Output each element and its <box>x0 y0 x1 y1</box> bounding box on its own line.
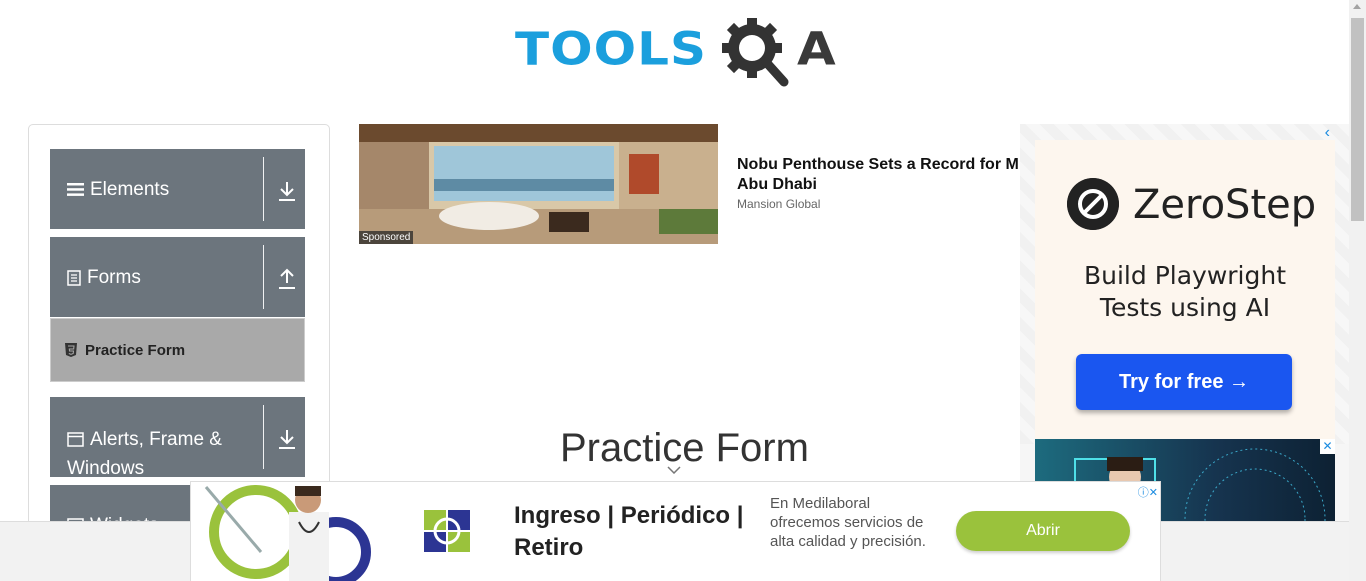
right-ad[interactable]: ‹ ZeroStep Build Playwright Tests using … <box>1020 124 1350 524</box>
sidebar-group-elements[interactable]: Elements <box>50 149 305 229</box>
try-for-free-button[interactable]: Try for free → <box>1076 354 1292 410</box>
zerostep-copy: Build Playwright Tests using AI <box>1035 260 1335 324</box>
divider <box>263 157 264 221</box>
list-icon <box>67 183 84 197</box>
scroll-up-arrow-icon[interactable] <box>1353 4 1361 9</box>
zerostep-ad-card[interactable]: ZeroStep Build Playwright Tests using AI… <box>1035 140 1335 440</box>
sidebar-group-label: Elements <box>90 179 170 200</box>
sidebar-group-alerts[interactable]: Alerts, Frame & Windows <box>50 397 305 479</box>
divider <box>263 245 264 309</box>
close-icon[interactable]: ✕ <box>1320 439 1335 454</box>
sidebar-group-forms[interactable]: Forms <box>50 237 305 317</box>
page-scrollbar[interactable] <box>1349 0 1366 581</box>
ad-headline[interactable]: Nobu Penthouse Sets a Record for M Abu D… <box>737 155 1037 195</box>
toolsqa-logo[interactable]: TOOLS A <box>515 14 840 92</box>
window-icon <box>67 432 84 448</box>
banner-title: Ingreso | Periódico | Retiro <box>514 502 744 561</box>
penthouse-photo[interactable]: Sponsored <box>359 124 718 244</box>
sidebar-item-practice-form[interactable]: Practice Form <box>50 318 305 382</box>
medilaboral-logo-icon <box>424 510 470 552</box>
ad-source[interactable]: Mansion Global <box>737 197 820 211</box>
sponsored-badge: Sponsored <box>359 231 414 244</box>
sidebar-item-label: Practice Form <box>85 342 186 359</box>
download-icon[interactable] <box>277 427 297 451</box>
divider <box>263 405 264 469</box>
form-icon <box>67 270 81 286</box>
download-icon[interactable] <box>277 179 297 203</box>
sponsored-article[interactable]: Sponsored Nobu Penthouse Sets a Record f… <box>359 124 1019 244</box>
adchoices-close-icon[interactable]: ⓘ✕ <box>1138 484 1158 500</box>
zerostep-copy-text: Build Playwright Tests using AI <box>1083 261 1287 322</box>
zerostep-logo-icon <box>1067 178 1119 230</box>
abrir-button[interactable]: Abrir <box>956 511 1130 551</box>
upload-icon[interactable] <box>277 267 297 291</box>
page-title: Practice Form <box>560 426 809 470</box>
sidebar-group-label: Alerts, Frame & Windows <box>67 429 222 479</box>
page: TOOLS A Elements Forms Practice Form Ale… <box>0 0 1366 581</box>
gear-magnifier-icon <box>722 18 789 87</box>
bottom-banner-ad[interactable]: Ingreso | Periódico | Retiro En Medilabo… <box>190 481 1161 581</box>
sidebar-group-label: Forms <box>87 267 141 288</box>
banner-description: En Medilaboral ofrecemos servicios de al… <box>770 495 926 550</box>
logo-letter-a: A <box>797 22 836 76</box>
zerostep-brand: ZeroStep <box>1133 182 1317 228</box>
room-illustration <box>359 124 718 244</box>
scroll-thumb[interactable] <box>1351 18 1364 221</box>
chevron-down-icon[interactable] <box>667 466 681 474</box>
html5-icon <box>65 343 77 357</box>
doctor-illustration <box>204 485 371 581</box>
logo-text: TOOLS <box>515 22 707 76</box>
